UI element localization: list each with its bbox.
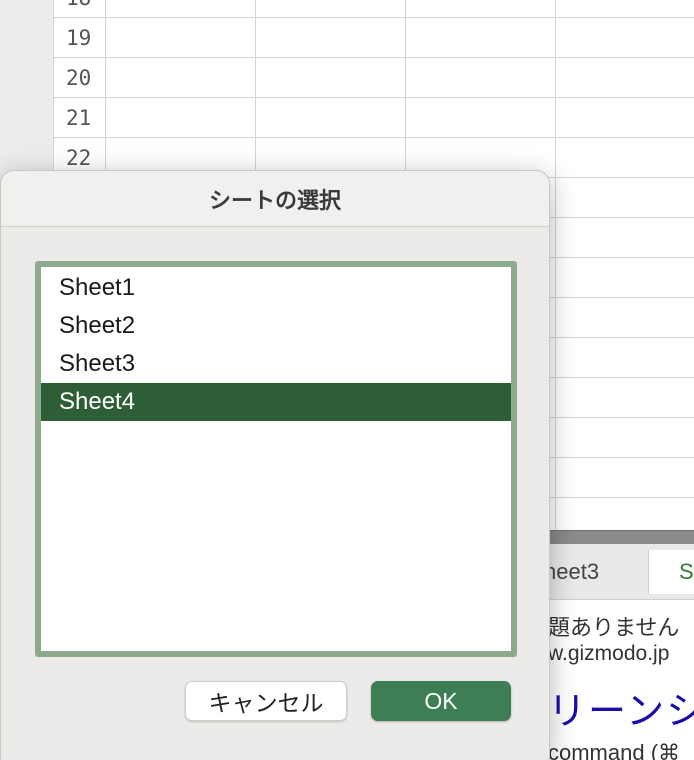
row-header[interactable]: 20 — [54, 58, 106, 98]
row-header[interactable]: 19 — [54, 18, 106, 58]
sheet-list-item[interactable]: Sheet1 — [41, 269, 511, 307]
ok-button[interactable]: OK — [371, 681, 511, 721]
grid-column-line — [555, 0, 556, 530]
background-heading: リーンシ — [548, 691, 694, 733]
horizontal-scrollbar[interactable] — [540, 530, 694, 544]
dialog-title: シートの選択 — [1, 171, 549, 227]
sheet-list-item-selected[interactable]: Sheet4 — [41, 383, 511, 421]
row-header[interactable]: 21 — [54, 98, 106, 138]
sheet-tab[interactable]: heet3 — [540, 550, 648, 594]
background-text: 題ありません — [548, 615, 680, 640]
background-url: w.gizmodo.jp — [548, 642, 670, 665]
sheet-list[interactable]: Sheet1 Sheet2 Sheet3 Sheet4 — [35, 261, 517, 657]
row-header[interactable]: 18 — [54, 0, 106, 18]
select-sheet-dialog: シートの選択 Sheet1 Sheet2 Sheet3 Sheet4 キャンセル… — [0, 170, 550, 760]
grid-row-line — [106, 137, 694, 138]
cancel-button[interactable]: キャンセル — [185, 681, 347, 721]
sheet-tab-active[interactable]: S — [648, 550, 694, 594]
grid-row-line — [106, 97, 694, 98]
grid-row-line — [106, 57, 694, 58]
sheet-tab-bar: heet3 S — [540, 544, 694, 600]
background-text: command (⌘ — [548, 740, 681, 760]
sheet-list-item[interactable]: Sheet2 — [41, 307, 511, 345]
grid-row-line — [106, 17, 694, 18]
sheet-list-item[interactable]: Sheet3 — [41, 345, 511, 383]
